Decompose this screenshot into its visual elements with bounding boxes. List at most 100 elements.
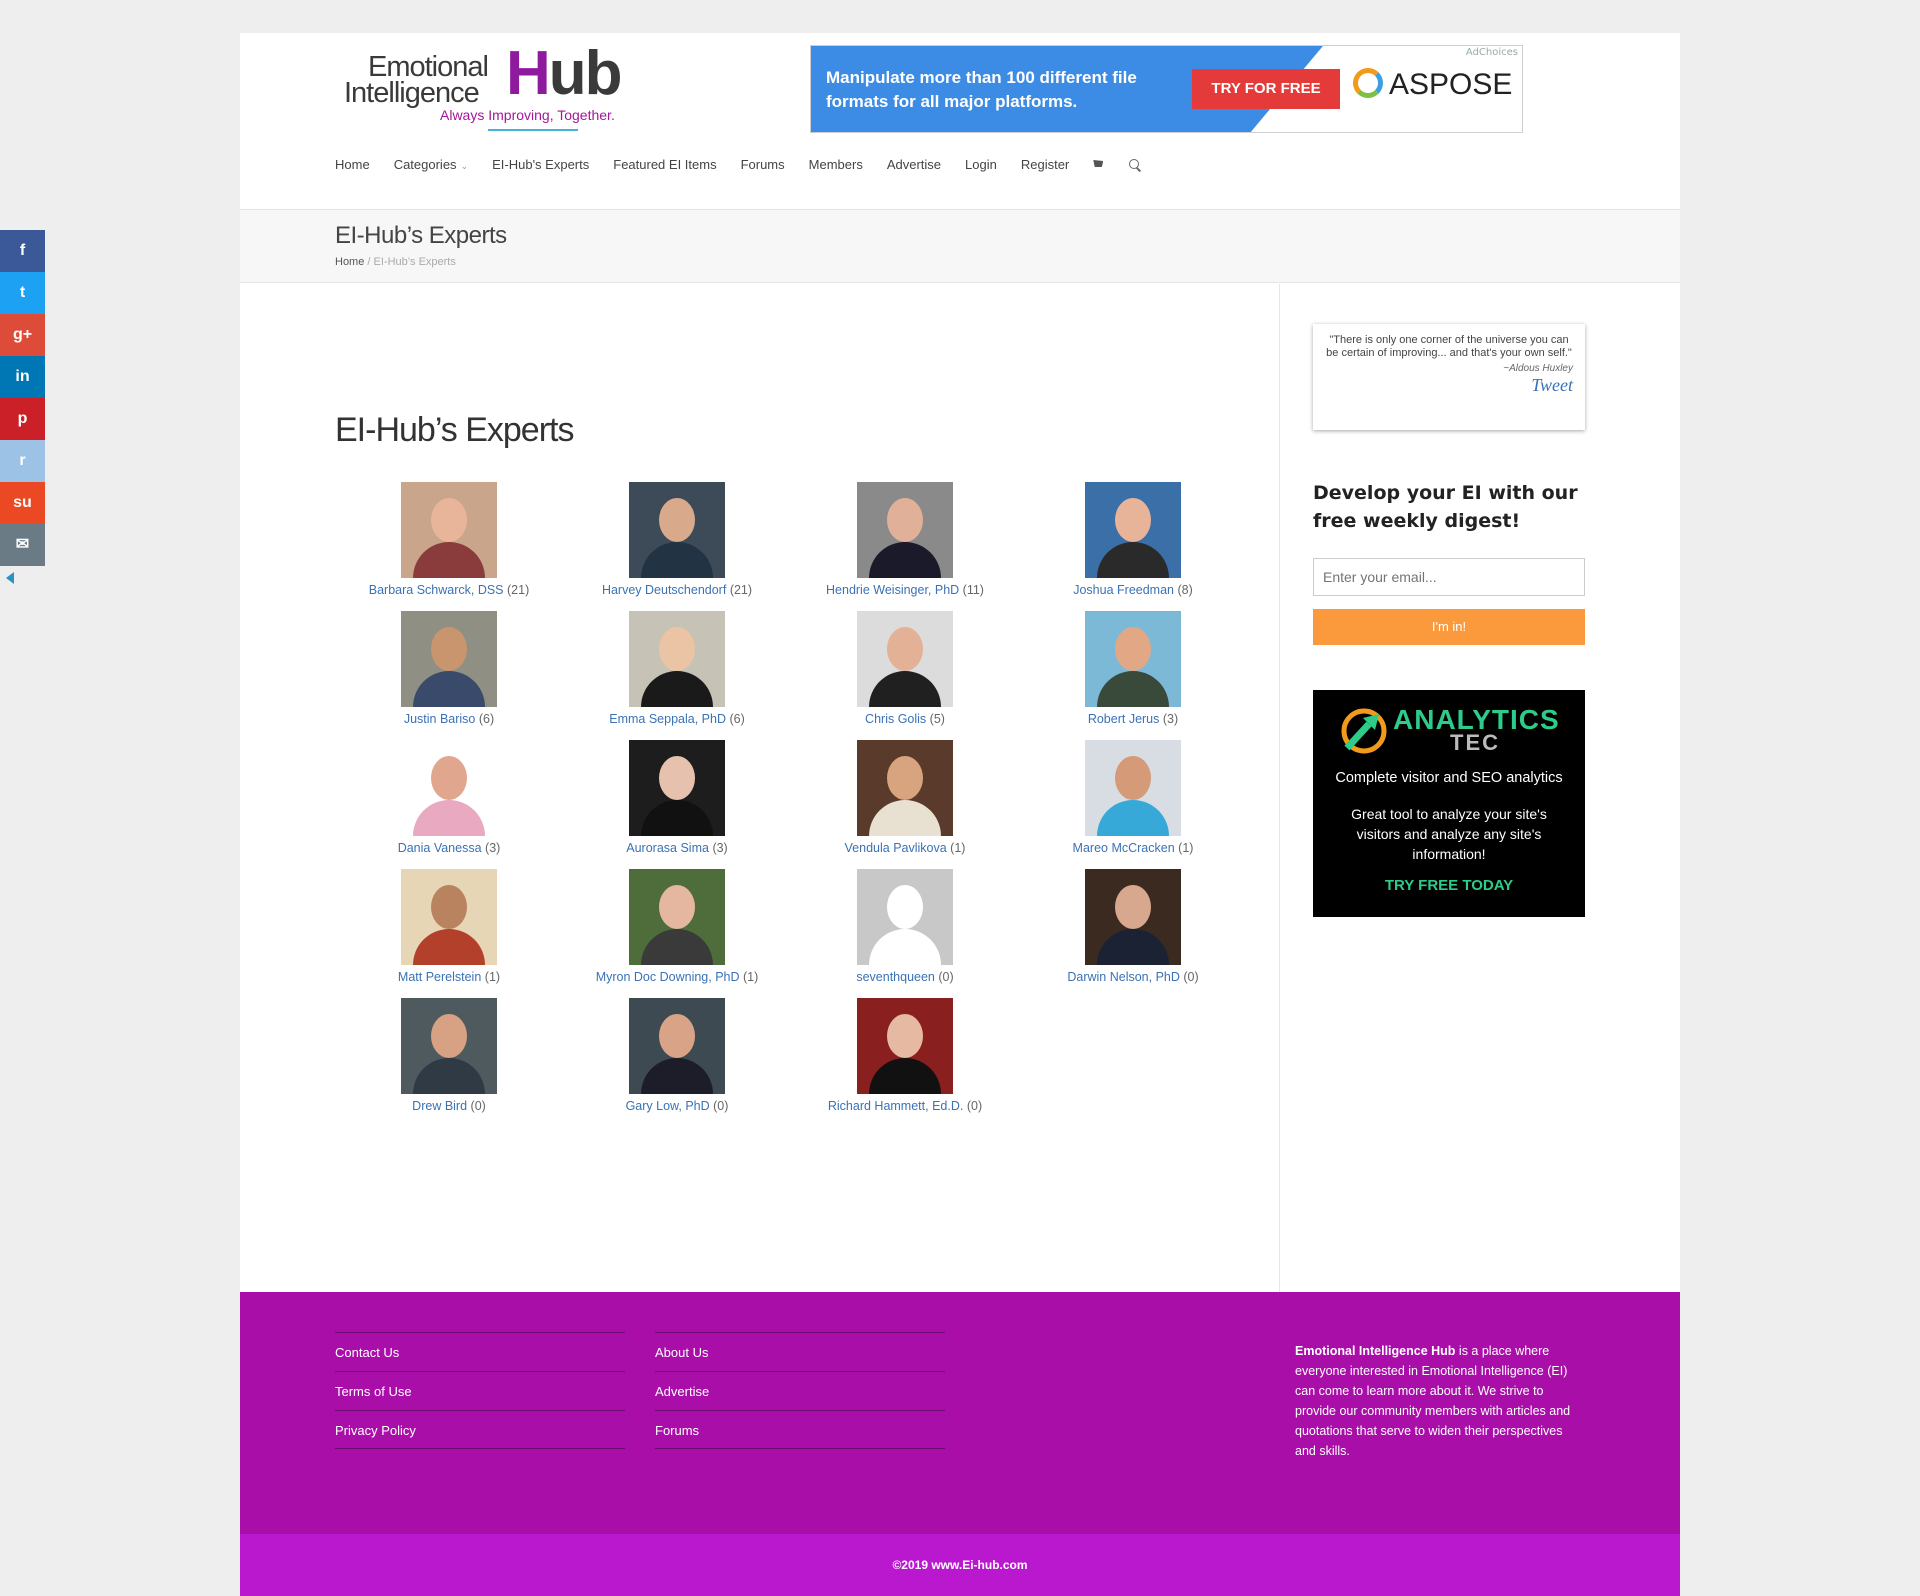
expert-avatar[interactable] [629,869,725,965]
breadcrumb-separator: / [367,256,371,268]
avatar-body [1097,929,1169,965]
expert-avatar[interactable] [857,869,953,965]
expert-name-link[interactable]: Harvey Deutschendorf [602,583,726,597]
footer-link-about[interactable]: About Us [655,1332,945,1371]
expert-card: Aurorasa Sima (3) [563,740,791,855]
expert-card: Drew Bird (0) [335,998,563,1113]
expert-name-link[interactable]: Vendula Pavlikova [845,841,947,855]
expert-name-link[interactable]: Hendrie Weisinger, PhD [826,583,959,597]
expert-count: (21) [507,583,530,597]
expert-name-link[interactable]: Joshua Freedman [1073,583,1174,597]
expert-count: (1) [950,841,966,855]
twitter-icon[interactable]: t [0,272,45,314]
expert-name-link[interactable]: Myron Doc Downing, PhD [596,970,740,984]
nav-forums[interactable]: Forums [741,157,785,177]
expert-name-link[interactable]: Emma Seppala, PhD [609,712,726,726]
expert-avatar[interactable] [1085,482,1181,578]
main-content: EI-Hub’s Experts Barbara Schwarck, DSS (… [240,284,1280,1292]
expert-avatar[interactable] [629,611,725,707]
expert-name-link[interactable]: Drew Bird [412,1099,467,1113]
expert-avatar[interactable] [629,482,725,578]
avatar-body [413,671,485,707]
expert-avatar[interactable] [401,611,497,707]
analytics-ad[interactable]: ANALYTICS TEC Complete visitor and SEO a… [1313,690,1585,917]
nav-experts[interactable]: EI-Hub's Experts [492,157,589,177]
expert-count: (6) [478,712,495,726]
avatar-head [887,756,923,800]
avatar-head [887,498,923,542]
footer-link-advertise[interactable]: Advertise [655,1371,945,1410]
nav-home[interactable]: Home [335,157,370,177]
expert-caption: Dania Vanessa (3) [335,841,563,855]
expert-count: (3) [712,841,728,855]
expert-name-link[interactable]: Mareo McCracken [1073,841,1175,855]
avatar-body [641,800,713,836]
hide-share-arrow-icon[interactable] [6,572,14,584]
facebook-icon[interactable]: f [0,230,45,272]
email-field[interactable] [1313,558,1585,596]
expert-avatar[interactable] [629,998,725,1094]
ad-try-button[interactable]: TRY FOR FREE [1192,69,1340,109]
expert-name-link[interactable]: Chris Golis [865,712,926,726]
expert-name-link[interactable]: seventhqueen [856,970,935,984]
nav-login[interactable]: Login [965,157,997,177]
digest-title: Develop your EI with our free weekly dig… [1313,482,1578,532]
email-icon[interactable]: ✉ [0,524,45,566]
linkedin-icon[interactable]: in [0,356,45,398]
pinterest-icon[interactable]: p [0,398,45,440]
nav-register[interactable]: Register [1021,157,1069,177]
expert-avatar[interactable] [629,740,725,836]
expert-name-link[interactable]: Richard Hammett, Ed.D. [828,1099,963,1113]
nav-categories[interactable]: Categories ⌄ [394,157,468,177]
expert-avatar[interactable] [1085,611,1181,707]
expert-name-link[interactable]: Aurorasa Sima [626,841,709,855]
expert-name-link[interactable]: Justin Bariso [404,712,476,726]
reddit-icon[interactable]: r [0,440,45,482]
expert-count: (1) [484,970,501,984]
tweet-link[interactable]: Tweet [1325,375,1573,396]
site-logo[interactable]: Emotional Intelligence Hub Always Improv… [340,43,640,138]
nav-members[interactable]: Members [809,157,863,177]
google-plus-icon[interactable]: g+ [0,314,45,356]
expert-avatar[interactable] [857,998,953,1094]
ad-text: Manipulate more than 100 different file … [826,68,1137,111]
breadcrumb-home[interactable]: Home [335,256,364,268]
analytics-cta[interactable]: TRY FREE TODAY [1313,877,1585,894]
expert-avatar[interactable] [1085,740,1181,836]
cart-icon[interactable] [1093,160,1103,170]
footer-link-privacy[interactable]: Privacy Policy [335,1410,625,1449]
expert-name-link[interactable]: Matt Perelstein [398,970,481,984]
expert-avatar[interactable] [857,611,953,707]
expert-avatar[interactable] [857,740,953,836]
expert-avatar[interactable] [1085,869,1181,965]
search-icon[interactable] [1129,159,1141,171]
expert-avatar[interactable] [401,998,497,1094]
expert-avatar[interactable] [401,482,497,578]
footer-link-terms[interactable]: Terms of Use [335,1371,625,1410]
expert-name-link[interactable]: Barbara Schwarck, DSS [369,583,504,597]
expert-caption: Barbara Schwarck, DSS (21) [335,583,563,597]
expert-avatar[interactable] [401,740,497,836]
banner-ad[interactable]: Manipulate more than 100 different file … [810,45,1523,133]
expert-name-link[interactable]: Robert Jerus [1088,712,1160,726]
expert-caption: Richard Hammett, Ed.D. (0) [791,1099,1019,1113]
ad-choices[interactable]: AdChoices [1466,47,1518,58]
expert-avatar[interactable] [857,482,953,578]
avatar-body [413,929,485,965]
avatar-head [887,885,923,929]
footer-link-forums[interactable]: Forums [655,1410,945,1449]
avatar-body [641,671,713,707]
expert-caption: Justin Bariso (6) [335,712,563,726]
expert-avatar[interactable] [401,869,497,965]
subscribe-button[interactable]: I'm in! [1313,609,1585,645]
expert-name-link[interactable]: Gary Low, PhD [626,1099,710,1113]
expert-name-link[interactable]: Darwin Nelson, PhD [1067,970,1180,984]
expert-name-link[interactable]: Dania Vanessa [398,841,482,855]
expert-card: Darwin Nelson, PhD (0) [1019,869,1247,984]
nav-advertise[interactable]: Advertise [887,157,941,177]
page-title-bar: EI-Hub’s Experts Home / EI-Hub’s Experts [240,209,1680,283]
expert-card: Justin Bariso (6) [335,611,563,726]
footer-link-contact[interactable]: Contact Us [335,1332,625,1371]
nav-featured[interactable]: Featured EI Items [613,157,716,177]
stumbleupon-icon[interactable]: su [0,482,45,524]
